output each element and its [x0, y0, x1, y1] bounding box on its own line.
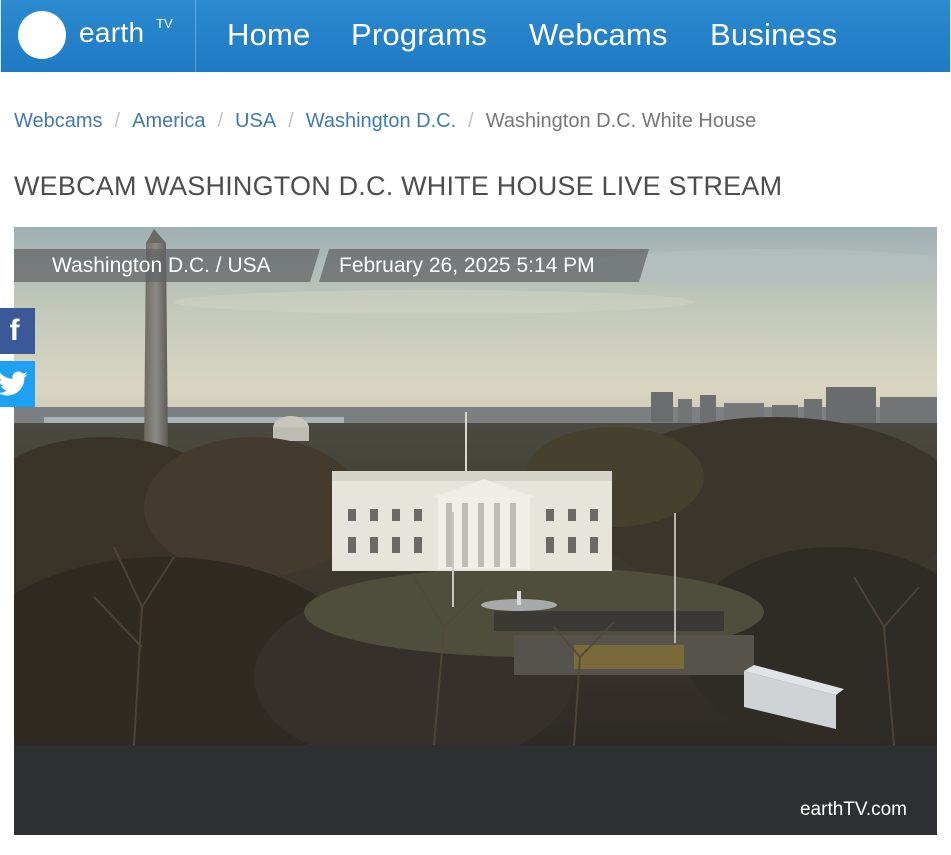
breadcrumb-separator: /: [288, 110, 294, 132]
page-title: WEBCAM WASHINGTON D.C. WHITE HOUSE LIVE …: [14, 171, 783, 201]
facebook-icon: f: [9, 314, 20, 347]
player-bottom-bar: earthTV.com: [14, 745, 937, 835]
nav-programs[interactable]: Programs: [351, 0, 487, 72]
earthtv-logo[interactable]: earth TV: [1, 0, 196, 72]
breadcrumb-separator: /: [468, 110, 474, 132]
breadcrumb-webcams[interactable]: Webcams: [14, 110, 103, 132]
webcam-stream-image: [14, 227, 937, 745]
breadcrumb-current: Washington D.C. White House: [485, 110, 757, 132]
earth-globe-icon: [18, 11, 66, 59]
nav-webcams[interactable]: Webcams: [529, 0, 668, 72]
player-watermark: earthTV.com: [799, 799, 907, 820]
breadcrumb: Webcams / America / USA / Washington D.C. / Wash…: [14, 106, 756, 136]
breadcrumb-america[interactable]: America: [132, 110, 205, 132]
breadcrumb-washington-dc[interactable]: Washington D.C.: [306, 110, 456, 132]
nav-home[interactable]: Home: [227, 0, 311, 72]
breadcrumb-separator: /: [114, 110, 121, 132]
breadcrumb-usa[interactable]: USA: [235, 110, 276, 132]
stream-datetime-tag: February 26, 2025 5:14 PM: [319, 249, 649, 282]
logo-superscript: TV: [156, 16, 173, 31]
twitter-icon: [0, 371, 27, 396]
logo-word: earth: [79, 17, 145, 48]
webcam-player[interactable]: Washington D.C. / USA February 26, 2025 …: [14, 227, 937, 835]
facebook-share-button[interactable]: f: [0, 308, 35, 354]
top-navigation: earth TV Home Programs Webcams Business: [0, 0, 951, 72]
twitter-share-button[interactable]: [0, 361, 35, 407]
breadcrumb-separator: /: [217, 110, 224, 132]
nav-business[interactable]: Business: [710, 0, 837, 72]
stream-location-tag: Washington D.C. / USA: [14, 249, 320, 282]
